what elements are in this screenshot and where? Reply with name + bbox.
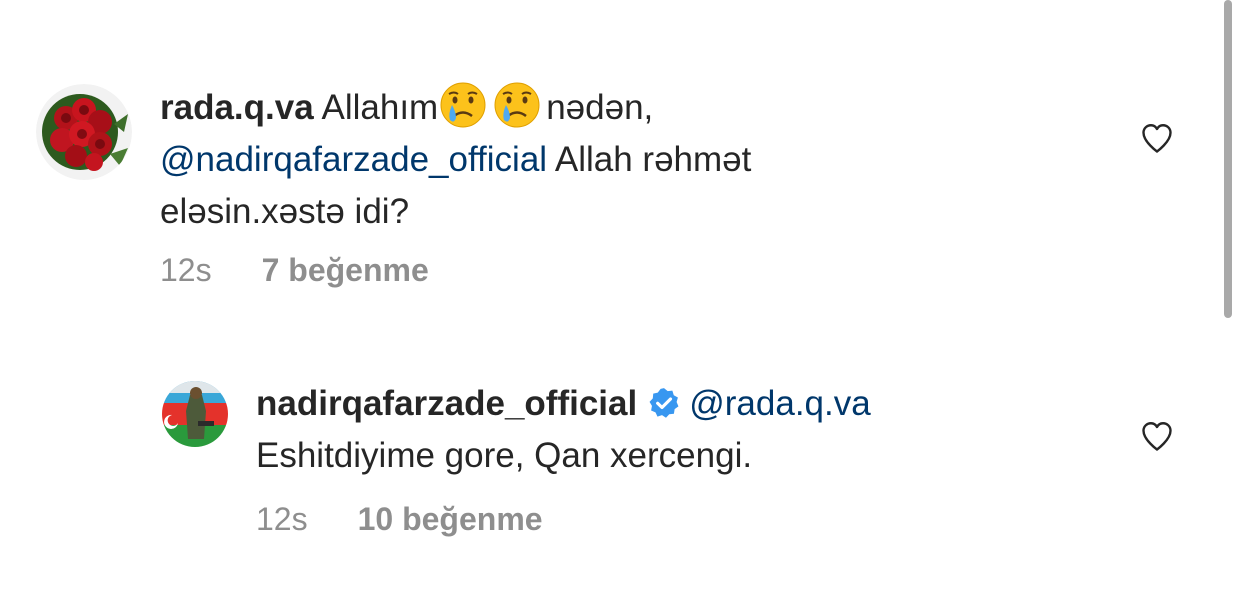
comments-screen: rada.q.va Allahım nədən, @nadirqafarzade_o… <box>0 0 1242 602</box>
avatar-rada[interactable] <box>36 84 132 180</box>
comment-1-text: rada.q.va Allahım nədən, @nadirqafarzade_o… <box>160 80 960 238</box>
like-heart-icon[interactable] <box>1139 120 1175 156</box>
comment-1-likes[interactable]: 7 beğenme <box>262 252 429 289</box>
comment-2-username[interactable]: nadirqafarzade_official <box>256 384 637 423</box>
comment-1-text-part2: nədən, <box>546 88 654 127</box>
flag-avatar-image <box>162 381 228 447</box>
comment-2-time: 12s <box>256 501 308 537</box>
comment-1-meta: 12s 7 beğenme <box>160 252 429 289</box>
comment-2-mention[interactable]: @rada.q.va <box>689 384 870 423</box>
comment-1-text-part4: eləsin.xəstə idi? <box>160 192 410 231</box>
crying-face-icon <box>440 82 486 128</box>
comment-1-text-part3: Allah rəhmət <box>547 140 752 179</box>
comment-2-body: Eshitdiyime gore, Qan xercengi. <box>256 436 753 475</box>
roses-avatar-image <box>36 84 132 180</box>
scrollbar[interactable] <box>1224 0 1232 318</box>
verified-badge-icon <box>649 388 679 418</box>
like-heart-icon[interactable] <box>1139 418 1175 454</box>
comment-1-mention[interactable]: @nadirqafarzade_official <box>160 140 547 179</box>
comment-1-username[interactable]: rada.q.va <box>160 88 314 127</box>
comment-2-text: nadirqafarzade_official @rada.q.va Eshitdi… <box>256 378 1076 482</box>
avatar-nadirqafarzade[interactable] <box>162 381 228 447</box>
comment-2-meta: 12s 10 beğenme <box>256 501 543 538</box>
comment-1-text-part1: Allahım <box>313 88 439 127</box>
crying-face-icon <box>494 82 540 128</box>
comment-2-likes[interactable]: 10 beğenme <box>358 501 543 538</box>
comment-1-time: 12s <box>160 252 212 288</box>
